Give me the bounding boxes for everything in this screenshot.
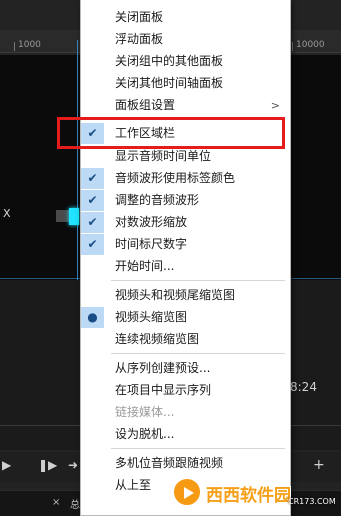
menu-item-label: 时间标尺数字 bbox=[115, 237, 188, 251]
watermark-logo-icon bbox=[172, 477, 202, 507]
menu-item-label: 在项目中显示序列 bbox=[115, 383, 212, 397]
menu-item-start-time[interactable]: 开始时间... bbox=[81, 256, 290, 277]
watermark: 西西软件园 CR173.COM bbox=[170, 469, 341, 515]
ruler-label-right: 10000 bbox=[296, 40, 325, 50]
menu-item-continuous-video-thumbnails[interactable]: 连续视频缩览图 bbox=[81, 329, 290, 350]
menu-item-create-preset-from-sequence[interactable]: 从序列创建预设... bbox=[81, 358, 290, 379]
menu-item-label: 设为脱机... bbox=[115, 427, 175, 441]
menu-item-close-panel[interactable]: 关闭面板 bbox=[81, 7, 290, 28]
menu-item-make-offline[interactable]: 设为脱机... bbox=[81, 424, 290, 445]
menu-separator bbox=[111, 280, 285, 281]
checkmark-icon: ✔ bbox=[87, 171, 98, 185]
menu-item-label: 音频波形使用标签颜色 bbox=[115, 171, 236, 185]
menu-item-label: 连续视频缩览图 bbox=[115, 332, 200, 346]
checkmark-icon: ✔ bbox=[87, 215, 98, 229]
menu-item-label: 调整的音频波形 bbox=[115, 193, 200, 207]
menu-item-label: 关闭组中的其他面板 bbox=[115, 54, 224, 68]
menu-item-label: 视频头和视频尾缩览图 bbox=[115, 288, 236, 302]
watermark-domain: CR173.COM bbox=[288, 497, 336, 506]
annotation-highlight-box bbox=[57, 117, 285, 149]
checkmark-icon: ✔ bbox=[87, 237, 98, 251]
clip-label: X bbox=[3, 207, 11, 220]
menu-item-label: 对数波形缩放 bbox=[115, 215, 188, 229]
menu-item-label: 开始时间... bbox=[115, 259, 175, 273]
watermark-text: 西西软件园 bbox=[206, 486, 291, 506]
checkmark-icon: ✔ bbox=[87, 193, 98, 207]
menu-item-time-ruler-numbers[interactable]: ✔ 时间标尺数字 bbox=[81, 234, 290, 255]
menu-item-label: 浮动面板 bbox=[115, 32, 164, 46]
playhead-marker[interactable] bbox=[69, 208, 79, 225]
timecode-display: 8:24 bbox=[290, 380, 317, 394]
menu-item-label: 关闭面板 bbox=[115, 10, 164, 24]
radio-dot-icon: ● bbox=[87, 310, 98, 324]
menu-separator bbox=[111, 448, 285, 449]
forward-arrow-icon[interactable]: ➜ bbox=[68, 458, 78, 472]
step-forward-icon[interactable]: ❚▶ bbox=[38, 458, 57, 472]
menu-item-label: 视频头缩览图 bbox=[115, 310, 188, 324]
menu-item-label: 关闭其他时间轴面板 bbox=[115, 76, 224, 90]
ruler-tick bbox=[292, 42, 293, 51]
menu-item-show-audio-time-units[interactable]: 显示音频时间单位 bbox=[81, 146, 290, 167]
menu-item-label: 链接媒体... bbox=[115, 405, 175, 419]
menu-item-label: 显示音频时间单位 bbox=[115, 149, 212, 163]
menu-item-close-other-timeline-panels[interactable]: 关闭其他时间轴面板 bbox=[81, 73, 290, 94]
menu-item-rectified-audio-waveforms[interactable]: ✔ 调整的音频波形 bbox=[81, 190, 290, 211]
menu-item-close-other-panels-in-group[interactable]: 关闭组中的其他面板 bbox=[81, 51, 290, 72]
menu-separator bbox=[111, 353, 285, 354]
menu-item-label: 从上至 bbox=[115, 478, 152, 492]
menu-item-head-thumbnail[interactable]: ● 视频头缩览图 bbox=[81, 307, 290, 328]
menu-item-panel-group-settings[interactable]: 面板组设置 > bbox=[81, 95, 290, 116]
menu-item-audio-waveform-label-color[interactable]: ✔ 音频波形使用标签颜色 bbox=[81, 168, 290, 189]
menu-item-head-and-tail-thumbnails[interactable]: 视频头和视频尾缩览图 bbox=[81, 285, 290, 306]
ruler-label-left: 1000 bbox=[18, 40, 41, 50]
ruler-tick bbox=[14, 42, 15, 51]
menu-item-link-media: 链接媒体... bbox=[81, 402, 290, 423]
menu-item-label: 从序列创建预设... bbox=[115, 361, 211, 375]
menu-item-logarithmic-waveform-scaling[interactable]: ✔ 对数波形缩放 bbox=[81, 212, 290, 233]
menu-item-label: 面板组设置 bbox=[115, 98, 176, 112]
play-icon[interactable]: ▶ bbox=[2, 458, 11, 472]
tab-close-icon[interactable]: × bbox=[52, 497, 60, 508]
submenu-arrow-icon: > bbox=[270, 99, 280, 112]
timeline-context-menu: 关闭面板 浮动面板 关闭组中的其他面板 关闭其他时间轴面板 面板组设置 > ✔ … bbox=[80, 0, 291, 516]
clip-block[interactable] bbox=[56, 210, 70, 222]
menu-item-reveal-sequence-in-project[interactable]: 在项目中显示序列 bbox=[81, 380, 290, 401]
menu-item-float-panel[interactable]: 浮动面板 bbox=[81, 29, 290, 50]
